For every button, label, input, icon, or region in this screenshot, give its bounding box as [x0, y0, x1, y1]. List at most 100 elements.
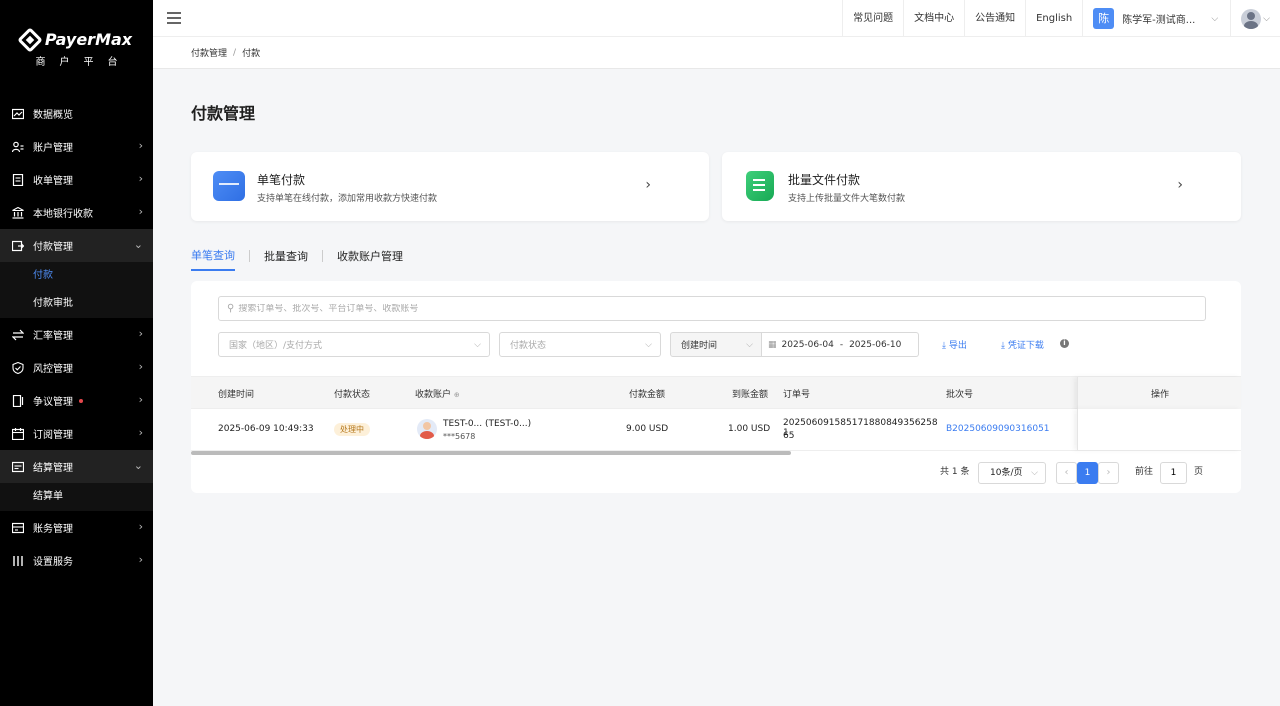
sidebar-item-settlement[interactable]: 结算管理 ⌄	[0, 450, 153, 483]
cell-account-name: TEST-0... (TEST-0...)	[443, 419, 532, 429]
chevron-down-icon: ⌵	[746, 340, 753, 350]
profile-menu[interactable]: ⌵	[1230, 0, 1280, 37]
settings-icon	[11, 554, 25, 568]
page-number-button[interactable]: 1	[1077, 462, 1098, 484]
date-type-select[interactable]: 创建时间 ⌵	[670, 332, 762, 357]
chevron-right-icon: ›	[138, 553, 143, 566]
single-payment-card[interactable]: 单笔付款 支持单笔在线付款，添加常用收款方快速付款 ›	[191, 152, 709, 221]
table-row[interactable]: 2025-06-09 10:49:33 处理中 TEST-0... (TEST-…	[191, 409, 1241, 451]
sidebar-item-settings[interactable]: 设置服务 ›	[0, 544, 153, 577]
chevron-down-icon: ⌄	[133, 238, 143, 251]
next-page-button[interactable]: ›	[1098, 462, 1119, 484]
sidebar-item-label: 设置服务	[33, 557, 73, 568]
page-size-select[interactable]: 10条/页 ⌵	[978, 462, 1046, 484]
sidebar-item-local-bank[interactable]: 本地银行收款 ›	[0, 196, 153, 229]
batch-payment-card[interactable]: 批量文件付款 支持上传批量文件大笔数付款 ›	[722, 152, 1241, 221]
info-icon[interactable]: i	[1060, 339, 1069, 348]
voucher-label: 凭证下载	[1007, 341, 1044, 351]
sidebar-item-overview[interactable]: 数据概览	[0, 97, 153, 130]
column-header-status: 付款状态	[334, 390, 371, 400]
query-tabs: 单笔查询 批量查询 收款账户管理	[191, 247, 403, 271]
sidebar-item-payment[interactable]: 付款管理 ⌄	[0, 229, 153, 262]
document-icon	[11, 173, 25, 187]
brand-name: PayerMax	[44, 30, 133, 49]
user-icon	[11, 140, 25, 154]
select-placeholder: 付款状态	[510, 341, 547, 351]
top-link-docs[interactable]: 文档中心	[903, 0, 964, 37]
chevron-right-icon: ›	[138, 139, 143, 152]
sidebar-item-acquiring[interactable]: 收单管理 ›	[0, 163, 153, 196]
sidebar-item-label: 收单管理	[33, 176, 73, 187]
goto-page-input[interactable]	[1160, 462, 1187, 484]
sidebar-item-label: 账务管理	[33, 524, 73, 535]
column-header-recv-amount: 到账金额	[732, 390, 769, 400]
ledger-icon	[11, 521, 25, 535]
download-icon: ⤓	[1001, 341, 1005, 351]
user-initial-avatar: 陈	[1093, 8, 1115, 29]
chevron-right-icon: ›	[138, 393, 143, 406]
sidebar-item-label: 数据概览	[33, 110, 73, 121]
card-description: 支持上传批量文件大笔数付款	[788, 194, 906, 204]
breadcrumb-item-payment: 付款	[242, 49, 261, 59]
download-icon: ⤓	[942, 341, 946, 351]
date-range-picker[interactable]: ▦ 2025-06-04 - 2025-06-10	[762, 332, 919, 357]
sidebar-item-label: 订阅管理	[33, 430, 73, 441]
brand-logo[interactable]: PayerMax 商户平台	[0, 26, 153, 68]
file-upload-icon	[746, 171, 774, 201]
chevron-right-icon: ›	[138, 172, 143, 185]
sidebar-item-fx[interactable]: 汇率管理 ›	[0, 318, 153, 351]
cell-created: 2025-06-09 10:49:33	[218, 424, 314, 434]
top-link-announcements[interactable]: 公告通知	[964, 0, 1025, 37]
search-box[interactable]: ⚲	[218, 296, 1206, 321]
tab-batch-query[interactable]: 批量查询	[264, 248, 308, 270]
payee-avatar	[417, 419, 437, 439]
avatar	[1241, 8, 1262, 29]
column-settings-icon[interactable]: ⊕	[454, 391, 460, 399]
column-header-account: 收款账户 ⊕	[415, 390, 460, 400]
menu-toggle-icon[interactable]	[167, 12, 181, 24]
sidebar-item-dispute[interactable]: 争议管理 ›	[0, 384, 153, 417]
payment-status-select[interactable]: 付款状态 ⌵	[499, 332, 661, 357]
tab-divider	[249, 250, 250, 262]
chevron-right-icon: ›	[1177, 177, 1183, 193]
sidebar-subitem-settlement-statement[interactable]: 结算单	[0, 483, 153, 511]
breadcrumb-item-payment-management[interactable]: 付款管理	[191, 46, 227, 59]
chevron-right-icon: ›	[645, 177, 651, 193]
settlement-icon	[11, 460, 25, 474]
search-icon: ⚲	[227, 303, 235, 314]
table-header: 创建时间 付款状态 收款账户 ⊕ 付款金额 到账金额 订单号 批次号 操作	[191, 376, 1241, 410]
sidebar-item-subscription[interactable]: 订阅管理 ›	[0, 417, 153, 450]
chevron-down-icon: ⌵	[1211, 13, 1219, 24]
card-description: 支持单笔在线付款，添加常用收款方快速付款	[257, 194, 438, 204]
export-button[interactable]: ⤓ 导出	[942, 338, 967, 351]
shield-icon	[11, 361, 25, 375]
cell-batch-no-link[interactable]: B20250609090316051	[946, 424, 1050, 434]
prev-page-button[interactable]: ‹	[1056, 462, 1077, 484]
chevron-right-icon: ›	[138, 360, 143, 373]
card-title: 单笔付款	[257, 173, 306, 187]
sidebar-item-label: 账户管理	[33, 143, 73, 154]
chevron-down-icon: ⌵	[1031, 468, 1038, 478]
sidebar-item-accounting[interactable]: 账务管理 ›	[0, 511, 153, 544]
tab-divider	[322, 250, 323, 262]
search-input[interactable]	[238, 303, 1139, 314]
payment-icon	[11, 239, 25, 253]
sidebar-subitem-payment[interactable]: 付款	[0, 262, 153, 290]
tab-single-query[interactable]: 单笔查询	[191, 247, 235, 271]
column-header-batch-no: 批次号	[946, 390, 974, 400]
language-switch[interactable]: English	[1025, 0, 1082, 37]
merchant-switcher[interactable]: 陈 陈学军-测试商... ⌵	[1082, 0, 1230, 37]
chevron-down-icon: ⌵	[1263, 13, 1270, 24]
sidebar-subitem-payment-approval[interactable]: 付款审批	[0, 290, 153, 318]
sidebar-item-risk[interactable]: 风控管理 ›	[0, 351, 153, 384]
cell-order-no: 20250609158517188084935625​81	[783, 418, 938, 438]
tab-payee-accounts[interactable]: 收款账户管理	[337, 248, 403, 270]
card-title: 批量文件付款	[788, 173, 861, 187]
column-header-order-no: 订单号	[783, 390, 811, 400]
country-method-select[interactable]: 国家（地区）/支付方式 ⌵	[218, 332, 490, 357]
sidebar-item-account[interactable]: 账户管理 ›	[0, 130, 153, 163]
top-link-faq[interactable]: 常见问题	[842, 0, 903, 37]
column-header-actions-cell: 操作	[1077, 377, 1241, 410]
horizontal-scrollbar[interactable]	[191, 451, 791, 455]
voucher-download-button[interactable]: ⤓ 凭证下载	[1001, 338, 1044, 351]
